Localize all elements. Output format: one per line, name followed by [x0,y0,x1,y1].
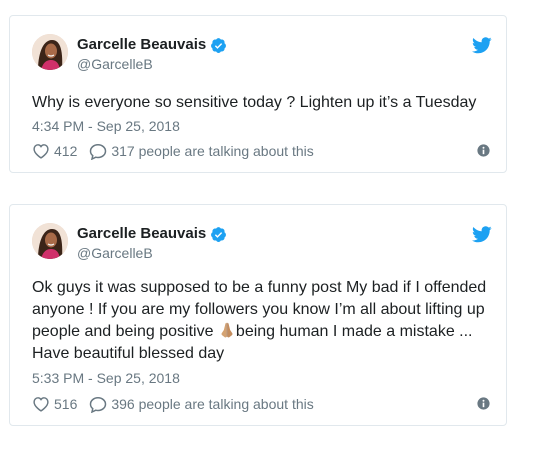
reply-button[interactable]: 396 people are talking about this [89,396,314,413]
info-icon[interactable] [477,397,490,410]
conversation-text: 317 people are talking about this [111,143,314,159]
avatar[interactable] [32,223,68,259]
author-name[interactable]: Garcelle Beauvais [77,224,206,244]
tweet-timestamp[interactable]: 4:34 PM - Sep 25, 2018 [32,117,180,135]
praying-hands-emoji [221,322,233,338]
author-info: Garcelle Beauvais @GarcelleB [77,35,227,73]
tweet-actions: 516 396 people are talking about this [32,394,490,414]
reply-button[interactable]: 317 people are talking about this [89,143,314,160]
author-handle[interactable]: @GarcelleB [77,55,227,73]
author-name[interactable]: Garcelle Beauvais [77,35,206,55]
author-handle[interactable]: @GarcelleB [77,244,227,262]
heart-icon [33,144,49,159]
tweet-card[interactable]: Garcelle Beauvais @GarcelleB Why is ever… [9,15,507,173]
tweet-actions: 412 317 people are talking about this [32,141,490,161]
tweet-timestamp[interactable]: 5:33 PM - Sep 25, 2018 [32,369,180,387]
verified-badge-icon [211,37,227,53]
avatar[interactable] [32,34,68,70]
verified-badge-icon [211,226,227,242]
heart-icon [33,397,49,412]
like-button[interactable]: 412 [32,143,77,159]
info-icon[interactable] [477,144,490,157]
twitter-bird-icon[interactable] [472,37,492,54]
twitter-bird-icon[interactable] [472,226,492,243]
reply-bubble-icon [90,396,107,413]
tweet-text: Why is everyone so sensitive today ? Lig… [32,94,477,111]
author-info: Garcelle Beauvais @GarcelleB [77,224,227,262]
like-count: 412 [54,143,78,159]
conversation-text: 396 people are talking about this [111,396,314,412]
like-count: 516 [54,396,78,412]
tweet-header: Garcelle Beauvais @GarcelleB [32,223,492,263]
reply-bubble-icon [90,143,107,160]
tweet-text: Ok guys it was supposed to be a funny po… [32,277,488,365]
tweet-header: Garcelle Beauvais @GarcelleB [32,34,492,74]
tweet-card[interactable]: Garcelle Beauvais @GarcelleB Ok guys it … [9,204,507,426]
like-button[interactable]: 516 [32,396,77,412]
